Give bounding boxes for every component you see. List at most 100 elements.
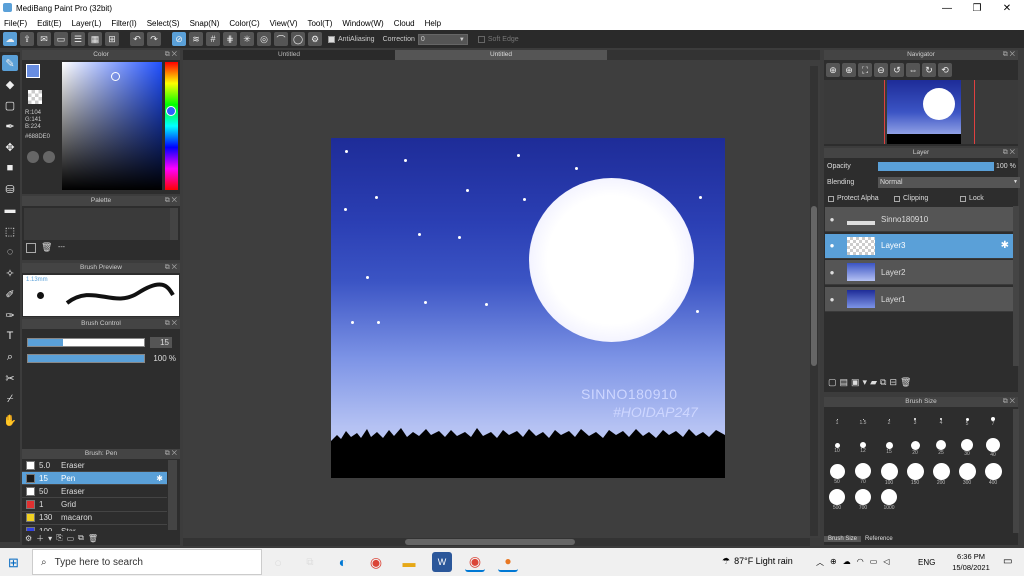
menu-cloud[interactable]: Cloud: [390, 19, 421, 28]
word-icon[interactable]: W: [432, 552, 452, 572]
undo-icon[interactable]: ↶: [130, 32, 144, 46]
vertical-scrollbar[interactable]: [810, 66, 818, 536]
medibang-icon[interactable]: ●: [498, 552, 518, 572]
list-icon[interactable]: ☰: [71, 32, 85, 46]
tab-untitled-1[interactable]: Untitled: [183, 50, 395, 60]
panel-close-icon[interactable]: ⧉ ✕: [165, 263, 177, 273]
layer-row[interactable]: ● Sinno180910: [825, 207, 1013, 232]
gear-icon[interactable]: ✱: [156, 474, 163, 483]
folder-icon[interactable]: ▭: [67, 534, 75, 543]
brush-size-slider[interactable]: [27, 338, 145, 347]
eyedropper-tool-icon[interactable]: ⌿: [2, 391, 18, 407]
zoom-actual-icon[interactable]: ⛶: [858, 63, 872, 77]
brush-size-option[interactable]: 1.5: [850, 409, 876, 435]
brush-list-item[interactable]: 130 macaron: [22, 512, 167, 525]
brush-size-option[interactable]: 10: [824, 435, 850, 461]
brush-list-item[interactable]: 15 Pen ✱: [22, 472, 167, 486]
antialias-checkbox[interactable]: [328, 35, 335, 43]
horizontal-scrollbar[interactable]: [183, 538, 810, 546]
brush-size-option[interactable]: 30: [954, 435, 980, 461]
windows-start-icon[interactable]: ⊞: [8, 555, 19, 571]
delete-layer-icon[interactable]: 🗑: [900, 377, 911, 388]
eye-icon[interactable]: ●: [825, 268, 839, 277]
chrome-icon[interactable]: ◉: [366, 552, 386, 572]
layer-opacity-slider[interactable]: [878, 162, 994, 171]
brush-size-option[interactable]: 25: [928, 435, 954, 461]
battery-icon[interactable]: ▭: [870, 557, 878, 568]
volume-icon[interactable]: ◁: [883, 557, 889, 568]
brush-opacity-slider[interactable]: [27, 354, 145, 363]
panel-close-icon[interactable]: ⧉ ✕: [1003, 50, 1015, 60]
brush-size-option[interactable]: 50: [824, 461, 850, 487]
move-tool-icon[interactable]: ✥: [2, 139, 18, 155]
zoom-in-icon[interactable]: ⊕: [826, 63, 840, 77]
chevron-up-icon[interactable]: ︿: [816, 557, 824, 568]
new-palette-icon[interactable]: [26, 243, 36, 253]
clipping-toggle[interactable]: Clipping: [894, 195, 928, 202]
add-layer-menu-icon[interactable]: ▾: [863, 377, 868, 388]
panel-close-icon[interactable]: ⧉ ✕: [165, 196, 177, 206]
task-view-icon[interactable]: ⧉: [300, 552, 320, 572]
brush-size-option[interactable]: 7: [980, 409, 1006, 435]
brush-size-scrollbar[interactable]: [1013, 409, 1019, 533]
brush-list-item[interactable]: 50 Eraser: [22, 485, 167, 499]
chat-icon[interactable]: ▭: [54, 32, 68, 46]
brush-size-option[interactable]: 100: [876, 461, 902, 487]
brush-menu-icon[interactable]: ▾: [48, 534, 52, 543]
snap-settings-icon[interactable]: ⚙: [308, 32, 322, 46]
menu-view[interactable]: View(V): [266, 19, 304, 28]
panel-close-icon[interactable]: ⧉ ✕: [165, 449, 177, 459]
snap-circle-icon[interactable]: ◎: [257, 32, 271, 46]
select-pen-icon[interactable]: ✐: [2, 286, 18, 302]
brush-size-option[interactable]: 1: [824, 409, 850, 435]
palette-scrollbar[interactable]: [170, 208, 178, 240]
language-indicator[interactable]: ENG: [918, 558, 935, 567]
color-wheel-icon[interactable]: [27, 151, 39, 163]
magic-wand-icon[interactable]: ✧: [2, 265, 18, 281]
blending-select[interactable]: Normal ▼: [878, 177, 1020, 188]
layer-row[interactable]: ● Layer2: [825, 260, 1013, 286]
navigator-preview[interactable]: [824, 80, 1018, 144]
menu-layer[interactable]: Layer(L): [68, 19, 108, 28]
tab-reference[interactable]: Reference: [861, 536, 897, 542]
eye-icon[interactable]: ●: [825, 215, 839, 224]
cortana-icon[interactable]: ○: [268, 552, 288, 572]
brush-list-scrollbar[interactable]: [168, 460, 177, 530]
minimize-button[interactable]: —: [932, 0, 962, 16]
flip-icon[interactable]: ⇔: [906, 63, 920, 77]
hue-slider[interactable]: [165, 62, 178, 190]
softedge-checkbox[interactable]: [477, 35, 485, 43]
new-layer-icon[interactable]: ▢: [828, 377, 837, 388]
brush-size-option[interactable]: 500: [824, 487, 850, 513]
brush-size-option[interactable]: 150: [902, 461, 928, 487]
operation-tool-icon[interactable]: ✂: [2, 370, 18, 386]
saturation-value-picker[interactable]: [62, 62, 162, 190]
brush-size-option[interactable]: 4: [928, 409, 954, 435]
network-icon[interactable]: ⊕: [830, 557, 837, 568]
panel-close-icon[interactable]: ⧉ ✕: [1003, 148, 1015, 158]
menu-select[interactable]: Select(S): [143, 19, 186, 28]
brush-size-option[interactable]: 20: [902, 435, 928, 461]
brush-size-option[interactable]: 2: [876, 409, 902, 435]
rotate-left-icon[interactable]: ↺: [890, 63, 904, 77]
menu-filter[interactable]: Filter(I): [107, 19, 142, 28]
color-set-icon[interactable]: [43, 151, 55, 163]
eye-icon[interactable]: ●: [825, 295, 839, 304]
notifications-icon[interactable]: ▭: [1003, 556, 1012, 567]
comment-icon[interactable]: ✉: [37, 32, 51, 46]
snap-cross-icon[interactable]: ⋕: [223, 32, 237, 46]
palette-swatch-area[interactable]: [24, 208, 170, 240]
wifi-icon[interactable]: ◠: [857, 557, 864, 568]
brush-size-option[interactable]: 3: [902, 409, 928, 435]
close-button[interactable]: ✕: [992, 0, 1022, 16]
duplicate-layer-icon[interactable]: ⧉: [880, 377, 886, 388]
taskbar-search-box[interactable]: ⌕ Type here to search: [32, 549, 262, 575]
correction-select[interactable]: 0 ▼: [417, 33, 468, 45]
add-brush-icon[interactable]: ＋: [36, 533, 44, 544]
snap-parallel-icon[interactable]: ≋: [189, 32, 203, 46]
protect-alpha-toggle[interactable]: Protect Alpha: [828, 195, 879, 202]
brush-size-option[interactable]: 700: [850, 487, 876, 513]
chrome-active-icon[interactable]: ◉: [465, 552, 485, 572]
snap-icon[interactable]: ⊞: [105, 32, 119, 46]
brush-size-option[interactable]: 40: [980, 435, 1006, 461]
